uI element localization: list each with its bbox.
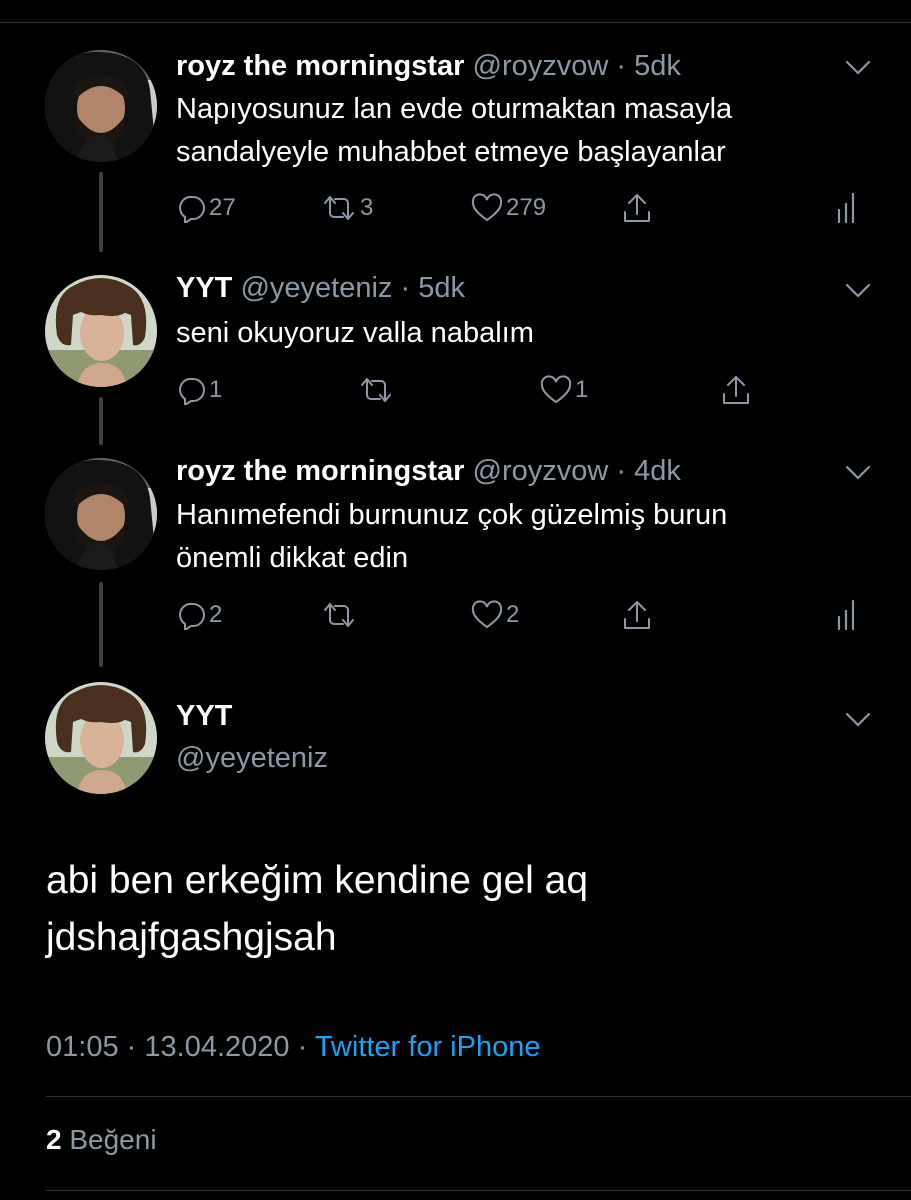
avatar[interactable]	[45, 50, 157, 162]
top-divider	[0, 22, 911, 23]
reply-icon	[179, 378, 205, 405]
chevron-down-icon[interactable]	[845, 465, 871, 481]
separator-dot: ·	[616, 50, 627, 82]
tweet-text: seni okuyoruz valla nabalım	[176, 312, 534, 355]
thread-line	[99, 172, 103, 252]
tweet-text: Napıyosunuz lan evde oturmaktan masayla …	[176, 88, 732, 174]
analytics-button[interactable]	[836, 597, 860, 633]
tweet-text-line: Hanımefendi burnunuz çok güzelmiş burun	[176, 499, 728, 531]
separator-dot: ·	[297, 1031, 308, 1063]
timestamp[interactable]: 4dk	[634, 455, 681, 487]
share-button[interactable]	[622, 190, 652, 226]
like-button[interactable]: 1	[540, 372, 588, 408]
tweet-meta: 01:05 · 13.04.2020 · Twitter for iPhone	[46, 1031, 540, 1064]
username[interactable]: @yeyeteniz	[176, 742, 328, 774]
share-icon	[624, 601, 650, 629]
separator-dot: ·	[126, 1031, 137, 1063]
retweet-button[interactable]	[358, 372, 394, 408]
reply-count: 27	[209, 194, 236, 221]
tweet-text-line: Napıyosunuz lan evde oturmaktan masayla	[176, 93, 733, 125]
reply-icon	[179, 603, 205, 630]
separator-dot: ·	[400, 272, 411, 304]
separator-dot: ·	[616, 455, 627, 487]
avatar[interactable]	[45, 275, 157, 387]
retweet-button[interactable]: 3	[321, 190, 373, 226]
share-button[interactable]	[721, 372, 751, 408]
like-button[interactable]: 279	[471, 190, 546, 226]
tweet-text-line: önemli dikkat edin	[176, 542, 409, 574]
tweet-text-line: jdshajfgashgjsah	[46, 916, 337, 959]
display-name[interactable]: YYT	[176, 272, 232, 304]
avatar[interactable]	[45, 682, 157, 794]
like-count: 1	[575, 376, 589, 403]
source-link[interactable]: Twitter for iPhone	[315, 1031, 541, 1063]
like-count: 2	[506, 601, 520, 628]
reply-icon	[179, 196, 205, 223]
like-button[interactable]: 2	[471, 597, 519, 633]
retweet-icon	[324, 196, 354, 220]
retweet-count: 3	[360, 194, 374, 221]
share-icon	[624, 194, 650, 222]
like-icon	[471, 600, 503, 629]
like-count: 279	[506, 194, 547, 221]
divider	[46, 1096, 911, 1097]
tweet-text-line: abi ben erkeğim kendine gel aq	[46, 859, 589, 902]
tweet-time: 01:05	[46, 1031, 119, 1063]
divider	[46, 1190, 911, 1191]
tweet-date: 13.04.2020	[144, 1031, 290, 1063]
reply-button[interactable]: 1	[176, 372, 222, 408]
thread-line	[99, 397, 103, 445]
display-name[interactable]: royz the morningstar	[176, 50, 464, 82]
analytics-button[interactable]	[836, 190, 860, 226]
tweet-text-line: seni okuyoruz valla nabalım	[176, 317, 534, 349]
timestamp[interactable]: 5dk	[418, 272, 465, 304]
reply-button[interactable]: 27	[176, 190, 236, 226]
tweet-text: Hanımefendi burnunuz çok güzelmiş burun …	[176, 494, 727, 580]
thread-line	[99, 582, 103, 667]
chevron-down-icon[interactable]	[845, 60, 871, 76]
share-icon	[723, 376, 749, 404]
username[interactable]: @royzvow	[473, 50, 609, 82]
chevron-down-icon[interactable]	[845, 712, 871, 728]
chevron-down-icon[interactable]	[845, 283, 871, 299]
share-button[interactable]	[622, 597, 652, 633]
reply-button[interactable]: 2	[176, 597, 222, 633]
tweet-text-line: sandalyeyle muhabbet etmeye başlayanlar	[176, 136, 726, 168]
like-icon	[540, 375, 572, 404]
username[interactable]: @yeyeteniz	[240, 272, 392, 304]
analytics-icon	[837, 599, 855, 631]
retweet-icon	[324, 603, 354, 627]
tweet-header: YYT @yeyeteniz · 5dk	[176, 272, 465, 305]
analytics-icon	[837, 192, 855, 224]
likes-count: 2	[46, 1124, 62, 1155]
display-name-row: YYT	[176, 700, 232, 733]
username-row: @yeyeteniz	[176, 742, 328, 775]
display-name[interactable]: YYT	[176, 700, 232, 732]
reply-count: 2	[209, 601, 223, 628]
tweet-header: royz the morningstar @royzvow · 4dk	[176, 455, 681, 488]
tweet-header: royz the morningstar @royzvow · 5dk	[176, 50, 681, 83]
avatar[interactable]	[45, 458, 157, 570]
like-icon	[471, 193, 503, 222]
reply-count: 1	[209, 376, 223, 403]
likes-summary[interactable]: 2 Beğeni	[46, 1124, 157, 1156]
retweet-button[interactable]	[321, 597, 357, 633]
display-name[interactable]: royz the morningstar	[176, 455, 464, 487]
timestamp[interactable]: 5dk	[634, 50, 681, 82]
likes-label: Beğeni	[69, 1124, 157, 1155]
tweet-text: abi ben erkeğim kendine gel aq jdshajfga…	[46, 852, 588, 966]
retweet-icon	[361, 378, 391, 402]
username[interactable]: @royzvow	[473, 455, 609, 487]
